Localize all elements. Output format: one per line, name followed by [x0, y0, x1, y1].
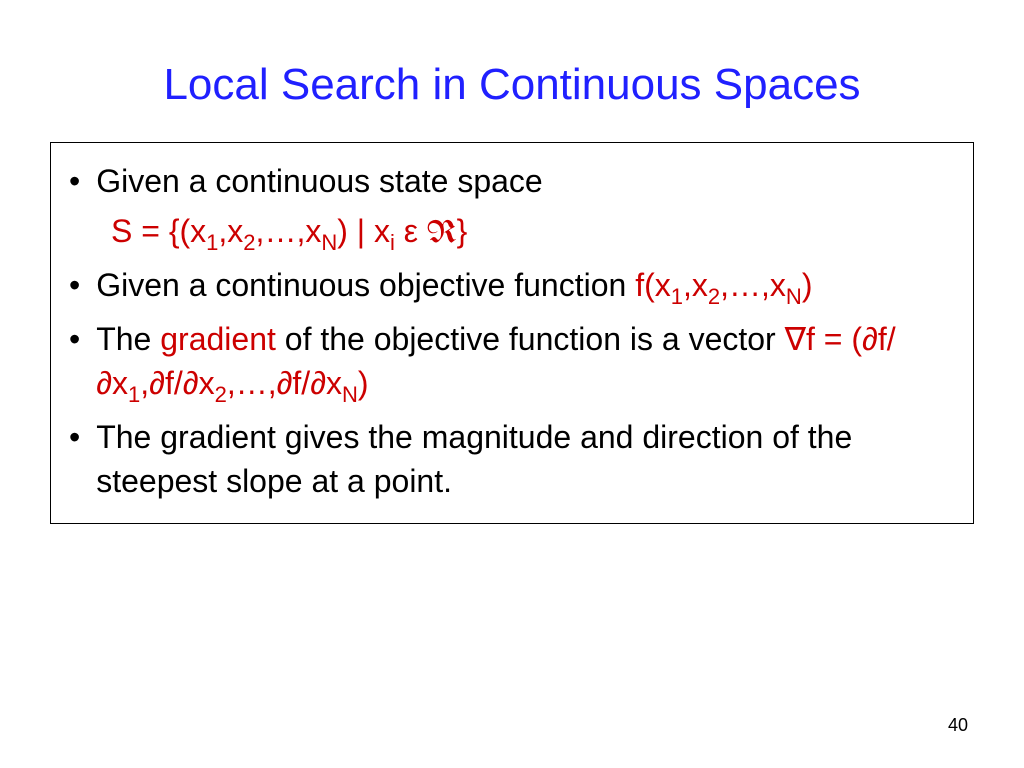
bullet-marker: •	[69, 415, 80, 459]
formula-sub: 1	[128, 382, 140, 407]
slide: Local Search in Continuous Spaces • Give…	[0, 0, 1024, 768]
bullet-plain-text: The	[96, 321, 160, 357]
bullet-item-3: • The gradient of the objective function…	[69, 317, 955, 409]
bullet-plain-text: of the objective function is a vector	[276, 321, 785, 357]
bullet-item-1: • Given a continuous state space	[69, 159, 955, 203]
formula-text: ,∂f/∂x	[140, 365, 214, 401]
bullet-text-3: The gradient of the objective function i…	[96, 317, 955, 409]
formula-sub: i	[390, 230, 395, 255]
formula-sub: 2	[243, 230, 255, 255]
bullet-item-4: • The gradient gives the magnitude and d…	[69, 415, 955, 503]
formula-real-R: R	[427, 218, 457, 251]
bullet-marker: •	[69, 263, 80, 307]
formula-sub: N	[342, 382, 358, 407]
formula-text: )	[802, 267, 813, 303]
page-number: 40	[948, 715, 968, 736]
formula-text: }	[457, 213, 468, 249]
bullet-formula-1: S = {(x1,x2,…,xN) | xi ε R}	[69, 209, 955, 257]
formula-text: ) | x	[337, 213, 390, 249]
formula-text: ,…,∂f/∂x	[227, 365, 342, 401]
bullet-marker: •	[69, 159, 80, 203]
formula-sub: N	[321, 230, 337, 255]
bullet-item-2: • Given a continuous objective function …	[69, 263, 955, 311]
bullet-text-4: The gradient gives the magnitude and dir…	[96, 415, 955, 503]
formula-sub: 2	[708, 284, 720, 309]
slide-title: Local Search in Continuous Spaces	[50, 60, 974, 110]
bullet-text-2: Given a continuous objective function f(…	[96, 263, 812, 311]
formula-text: ,x	[683, 267, 708, 303]
formula-text: S = {(x	[111, 213, 206, 249]
formula-sub: 1	[206, 230, 218, 255]
formula-text: ,…,x	[256, 213, 322, 249]
formula-text: )	[358, 365, 369, 401]
content-box: • Given a continuous state space S = {(x…	[50, 142, 974, 524]
formula-text: ,…,x	[720, 267, 786, 303]
formula-text: f(x	[635, 267, 671, 303]
formula-sub: 1	[671, 284, 683, 309]
formula-sub: 2	[215, 382, 227, 407]
bullet-marker: •	[69, 317, 80, 361]
formula-text: ,x	[218, 213, 243, 249]
formula-sub: N	[786, 284, 802, 309]
emphasis-gradient: gradient	[160, 321, 276, 357]
bullet-text-1: Given a continuous state space	[96, 159, 543, 203]
bullet-plain-text: Given a continuous objective function	[96, 267, 635, 303]
formula-text: ε	[395, 213, 427, 249]
